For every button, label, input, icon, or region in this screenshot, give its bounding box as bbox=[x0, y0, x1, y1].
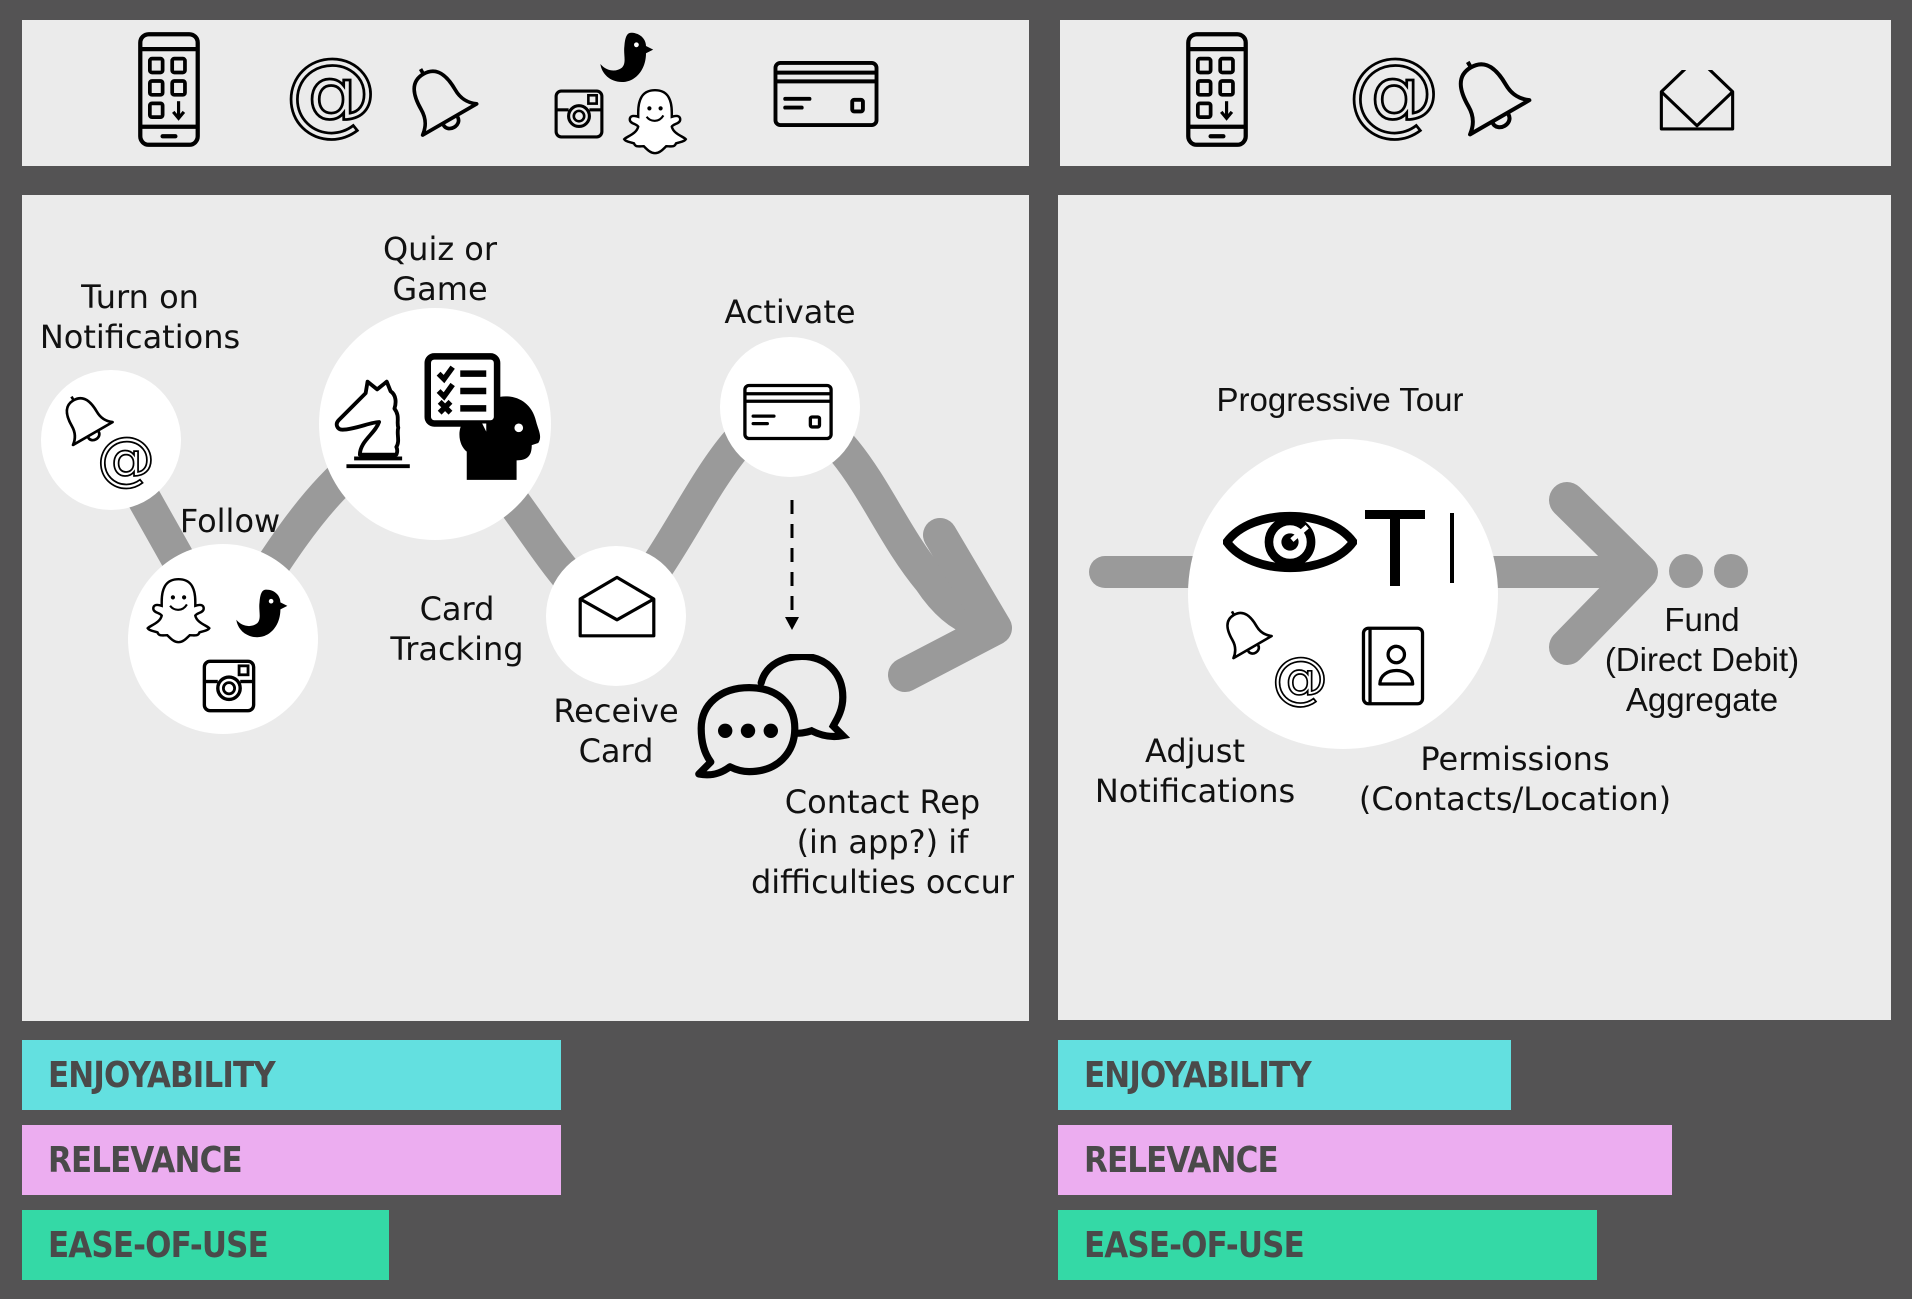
at-sign-icon bbox=[1272, 652, 1328, 708]
label-line: Aggregate bbox=[1625, 681, 1779, 718]
label-line: Notifications bbox=[1094, 772, 1296, 810]
label-line: Progressive Tour bbox=[1216, 381, 1464, 418]
left-ease-of-use-bar: EASE-OF-USE bbox=[22, 1210, 389, 1280]
right-relevance-bar: RELEVANCE bbox=[1058, 1125, 1672, 1195]
step-label-permissions: Permissions (Contacts/Location) bbox=[1350, 739, 1680, 819]
continuation-dot bbox=[1669, 554, 1703, 588]
bar-label: EASE-OF-USE bbox=[48, 1224, 269, 1266]
label-line: Adjust bbox=[1144, 732, 1246, 770]
label-line: Permissions bbox=[1420, 740, 1610, 778]
left-enjoyability-bar: ENJOYABILITY bbox=[22, 1040, 561, 1110]
label-line: Fund bbox=[1664, 601, 1740, 638]
bell-icon bbox=[1216, 605, 1274, 663]
bar-label: ENJOYABILITY bbox=[1084, 1054, 1312, 1096]
eye-icon bbox=[1223, 502, 1357, 582]
bar-label: ENJOYABILITY bbox=[48, 1054, 276, 1096]
label-line: (Direct Debit) bbox=[1604, 641, 1800, 678]
contact-book-icon bbox=[1357, 625, 1429, 707]
step-label-fund: Fund (Direct Debit) Aggregate bbox=[1582, 600, 1822, 720]
step-label-tour: Progressive Tour bbox=[1180, 380, 1500, 420]
bar-label: RELEVANCE bbox=[48, 1139, 243, 1181]
step-circle-tour bbox=[1188, 439, 1498, 749]
step-label-adjust: Adjust Notifications bbox=[1085, 731, 1305, 811]
text-cursor-icon bbox=[1365, 508, 1460, 588]
right-enjoyability-bar: ENJOYABILITY bbox=[1058, 1040, 1511, 1110]
label-line: (Contacts/Location) bbox=[1358, 780, 1672, 818]
left-relevance-bar: RELEVANCE bbox=[22, 1125, 561, 1195]
right-ease-of-use-bar: EASE-OF-USE bbox=[1058, 1210, 1597, 1280]
continuation-dot bbox=[1714, 554, 1748, 588]
bar-label: EASE-OF-USE bbox=[1084, 1224, 1305, 1266]
bar-label: RELEVANCE bbox=[1084, 1139, 1279, 1181]
